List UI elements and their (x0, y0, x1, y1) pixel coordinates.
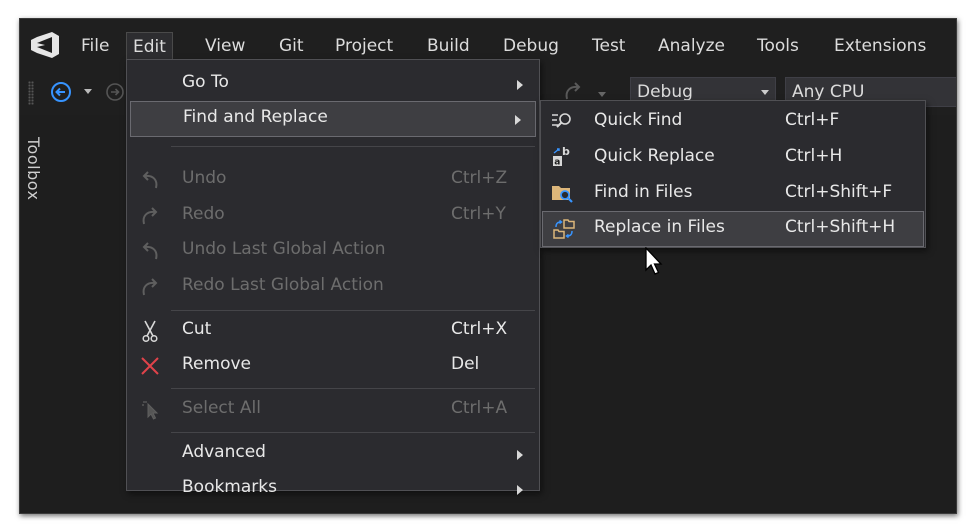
replace-in-files-icon (553, 219, 575, 239)
menu-separator (171, 388, 535, 389)
redo-icon (142, 278, 158, 296)
menu-project[interactable]: Project (335, 34, 393, 58)
menu-item-shortcut: Ctrl+H (785, 146, 843, 166)
menu-item-shortcut: Ctrl+Z (451, 168, 508, 188)
menu-item-go-to[interactable]: Go To (127, 66, 539, 102)
submenu-arrow-icon (517, 450, 523, 460)
mouse-pointer-icon (645, 247, 663, 275)
menu-item-label: Replace in Files (594, 217, 725, 237)
menu-item-label: Bookmarks (182, 477, 277, 497)
menu-item-shortcut: Ctrl+X (451, 319, 508, 339)
undo-icon (142, 242, 158, 260)
quick-replace-icon: b a (553, 145, 570, 168)
menu-item-find-and-replace[interactable]: Find and Replace (130, 101, 536, 137)
menu-test[interactable]: Test (592, 34, 625, 58)
find-in-files-icon (552, 186, 573, 203)
menu-analyze[interactable]: Analyze (658, 34, 725, 58)
menu-item-redo[interactable]: Redo Ctrl+Y (127, 198, 539, 234)
menu-item-undo[interactable]: Undo Ctrl+Z (127, 162, 539, 198)
menu-item-bookmarks[interactable]: Bookmarks (127, 471, 539, 497)
find-and-replace-submenu: Quick Find Ctrl+F b a Quick Replace Ctrl… (540, 100, 926, 248)
scissors-icon (142, 320, 158, 343)
menu-view[interactable]: View (205, 34, 245, 58)
menu-item-shortcut: Ctrl+F (785, 110, 840, 130)
menu-item-shortcut: Ctrl+Shift+F (785, 182, 893, 202)
menu-item-label: Quick Replace (594, 146, 715, 166)
menu-item-label: Select All (182, 398, 261, 418)
menu-item-label: Advanced (182, 442, 266, 462)
menu-item-shortcut: Del (451, 354, 480, 374)
quick-find-icon (552, 113, 571, 128)
menu-item-label: Redo (182, 204, 225, 224)
menu-item-label: Find in Files (594, 182, 693, 202)
edit-menu-dropdown: Go To Find and Replace Undo Ctrl+Z Redo … (126, 59, 540, 497)
submenu-arrow-icon (517, 80, 523, 90)
submenu-arrow-icon (515, 115, 521, 125)
navigate-back-icon[interactable] (50, 81, 72, 103)
menu-separator (171, 310, 535, 311)
menu-item-shortcut: Ctrl+Y (451, 204, 506, 224)
menu-item-undo-last-global-action[interactable]: Undo Last Global Action (127, 233, 539, 269)
menu-item-quick-find[interactable]: Quick Find Ctrl+F (541, 104, 925, 140)
menu-extensions[interactable]: Extensions (834, 34, 926, 58)
submenu-arrow-icon (517, 485, 523, 495)
menu-build[interactable]: Build (427, 34, 470, 58)
menu-item-replace-in-files[interactable]: Replace in Files Ctrl+Shift+H (542, 211, 924, 247)
svg-text:a: a (554, 158, 560, 168)
menu-git[interactable]: Git (279, 34, 304, 58)
menu-tools[interactable]: Tools (757, 34, 799, 58)
menu-item-shortcut: Ctrl+Shift+H (785, 217, 896, 237)
menu-item-quick-replace[interactable]: b a Quick Replace Ctrl+H (541, 140, 925, 176)
toolbar-grip[interactable] (28, 81, 34, 105)
menu-separator (171, 432, 535, 433)
menu-item-label: Find and Replace (183, 107, 328, 127)
undo-icon (142, 171, 158, 189)
menu-item-label: Undo Last Global Action (182, 239, 386, 259)
menu-file[interactable]: File (81, 34, 109, 58)
menu-separator (171, 146, 535, 147)
remove-x-icon (141, 357, 159, 375)
menu-item-redo-last-global-action[interactable]: Redo Last Global Action (127, 269, 539, 305)
menu-item-remove[interactable]: Remove Del (127, 348, 539, 384)
menu-debug[interactable]: Debug (503, 34, 559, 58)
toolbar-redo-dropdown-icon[interactable] (598, 92, 606, 97)
chevron-down-icon (761, 90, 769, 95)
visual-studio-window: File Edit View Git Project Build Debug T… (19, 18, 957, 514)
solution-platform-value: Any CPU (792, 82, 865, 102)
menu-item-find-in-files[interactable]: Find in Files Ctrl+Shift+F (541, 176, 925, 212)
navigate-back-dropdown-icon[interactable] (84, 89, 92, 94)
navigate-forward-icon[interactable] (105, 82, 125, 102)
menu-item-shortcut: Ctrl+A (451, 398, 508, 418)
menu-item-label: Quick Find (594, 110, 683, 130)
svg-text:b: b (562, 145, 570, 158)
menu-item-select-all[interactable]: Select All Ctrl+A (127, 392, 539, 428)
menu-item-advanced[interactable]: Advanced (127, 436, 539, 472)
menu-item-cut[interactable]: Cut Ctrl+X (127, 313, 539, 349)
menu-item-label: Cut (182, 319, 212, 339)
toolbox-label[interactable]: Toolbox (24, 137, 43, 201)
select-all-icon (142, 401, 159, 420)
menu-item-label: Remove (182, 354, 251, 374)
menu-item-label: Go To (182, 72, 229, 92)
redo-icon (142, 207, 158, 225)
menu-item-label: Undo (182, 168, 227, 188)
menu-item-label: Redo Last Global Action (182, 275, 384, 295)
visual-studio-logo-icon[interactable] (28, 32, 62, 58)
solution-configuration-value: Debug (637, 82, 693, 102)
